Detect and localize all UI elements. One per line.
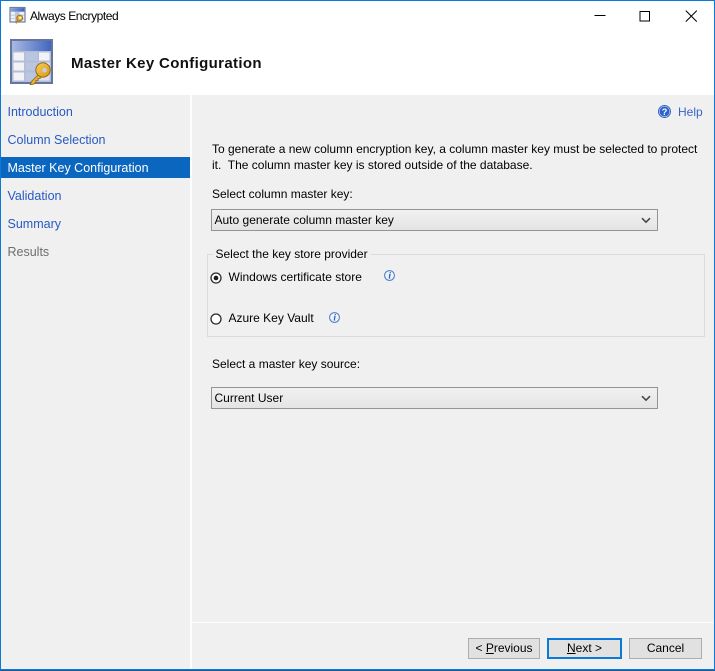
svg-text:i: i	[333, 314, 336, 323]
svg-text:i: i	[388, 272, 391, 281]
svg-text:?: ?	[662, 107, 668, 117]
